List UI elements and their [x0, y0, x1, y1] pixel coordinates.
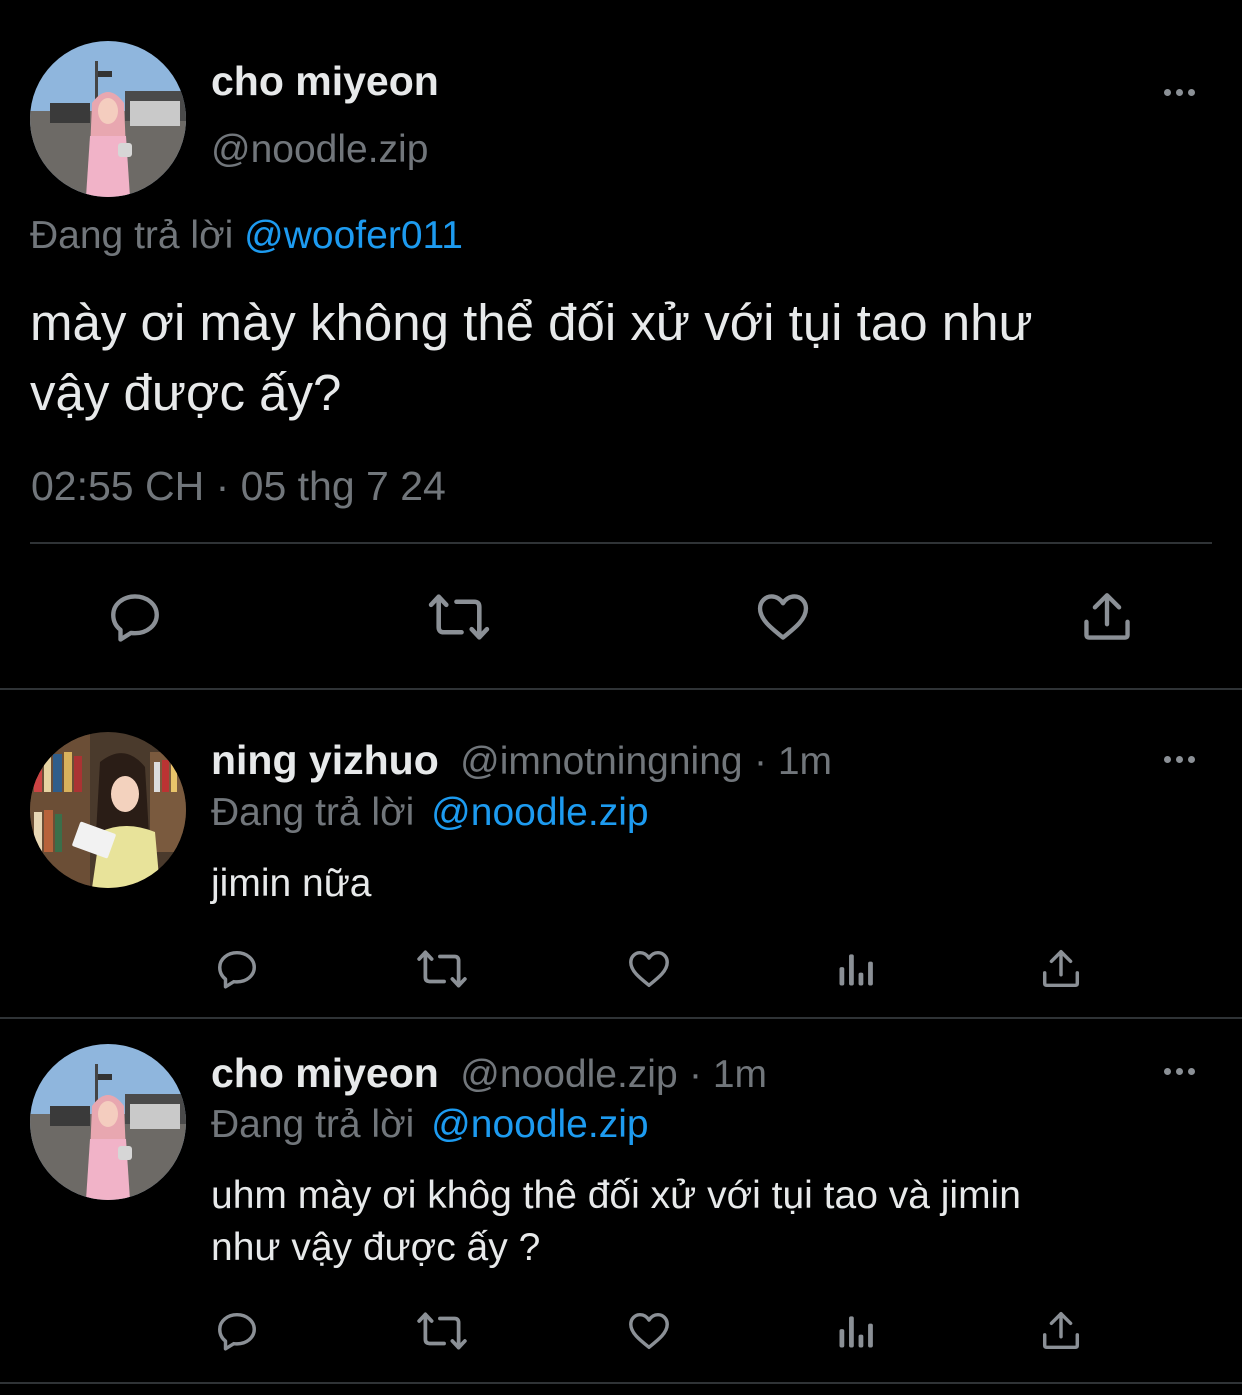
main-tweet-handle[interactable]: @noodle.zip — [211, 127, 428, 173]
retweet-button[interactable] — [424, 582, 494, 652]
reply-display-name[interactable]: ning yizhuo — [211, 737, 439, 783]
like-icon — [629, 1312, 669, 1350]
reply-handle[interactable]: @noodle.zip — [460, 1053, 677, 1096]
main-tweet-replying-to: Đang trả lời @woofer011 — [30, 213, 463, 259]
reply-avatar[interactable] — [30, 1044, 186, 1200]
reply-button[interactable] — [210, 942, 264, 996]
more-icon-dot — [1163, 88, 1171, 96]
reply-text: uhm mày ơi khôg thê đối xử với tụi tao v… — [211, 1170, 1021, 1274]
reply-replying-to: Đang trả lời @noodle.zip — [211, 1102, 649, 1148]
retweet-icon — [417, 950, 467, 988]
main-tweet-avatar[interactable] — [30, 41, 186, 197]
views-icon — [839, 1316, 873, 1348]
more-icon-dot — [1175, 88, 1183, 96]
main-tweet-text: mày ơi mày không thể đối xử với tụi tao … — [30, 288, 1033, 428]
more-icon-dot — [1187, 1067, 1195, 1075]
section-divider — [0, 688, 1242, 690]
more-icon-dot — [1163, 755, 1171, 763]
share-button[interactable] — [1034, 1304, 1088, 1358]
reply-display-name[interactable]: cho miyeon — [211, 1050, 439, 1096]
more-icon-dot — [1163, 1067, 1171, 1075]
reply-button[interactable] — [210, 1304, 264, 1358]
reply-time[interactable]: · 1m — [689, 1053, 767, 1096]
section-divider — [0, 1017, 1242, 1019]
views-button[interactable] — [829, 942, 883, 996]
replying-prefix: Đang trả lời — [30, 214, 234, 257]
reply-more-button[interactable] — [1159, 747, 1199, 771]
reply-text-line: uhm mày ơi khôg thê đối xử với tụi tao v… — [211, 1174, 1021, 1217]
reply-text-line: như vậy được ấy ? — [211, 1226, 541, 1269]
like-button[interactable] — [748, 582, 818, 652]
reply-more-button[interactable] — [1159, 1059, 1199, 1083]
main-tweet-more-button[interactable] — [1159, 80, 1199, 104]
section-divider — [0, 1382, 1242, 1384]
reply-button[interactable] — [100, 582, 170, 652]
views-button[interactable] — [829, 1304, 883, 1358]
reply-time[interactable]: · 1m — [754, 740, 832, 783]
replying-prefix: Đang trả lời — [211, 1103, 415, 1146]
more-icon-dot — [1187, 88, 1195, 96]
more-icon-dot — [1187, 755, 1195, 763]
main-tweet-divider — [30, 542, 1212, 544]
like-icon — [757, 594, 809, 640]
share-button[interactable] — [1034, 942, 1088, 996]
retweet-button[interactable] — [413, 1304, 471, 1358]
main-tweet-text-line: mày ơi mày không thể đối xử với tụi tao … — [30, 294, 1033, 351]
retweet-button[interactable] — [413, 942, 471, 996]
reply-replying-to: Đang trả lời @noodle.zip — [211, 790, 649, 836]
main-tweet-text-line: vậy được ấy? — [30, 364, 342, 421]
reply-text: jimin nữa — [211, 858, 372, 910]
like-button[interactable] — [622, 1304, 676, 1358]
main-tweet-display-name[interactable]: cho miyeon — [211, 58, 439, 104]
reply-header: cho miyeon @noodle.zip · 1m — [211, 1050, 767, 1098]
retweet-icon — [428, 594, 490, 640]
main-tweet-timestamp[interactable]: 02:55 CH · 05 thg 7 24 — [31, 462, 446, 510]
replying-prefix: Đang trả lời — [211, 791, 415, 834]
retweet-icon — [417, 1312, 467, 1350]
reply-icon — [218, 950, 256, 989]
share-button[interactable] — [1072, 582, 1142, 652]
like-icon — [629, 950, 669, 988]
reply-text-line: jimin nữa — [211, 862, 372, 905]
share-icon — [1042, 950, 1080, 988]
replying-to-link[interactable]: @noodle.zip — [431, 1103, 648, 1146]
reply-handle[interactable]: @imnotningning — [460, 740, 742, 783]
more-icon-dot — [1175, 755, 1183, 763]
more-icon-dot — [1175, 1067, 1183, 1075]
share-icon — [1042, 1312, 1080, 1350]
reply-header: ning yizhuo @imnotningning · 1m — [211, 737, 832, 785]
like-button[interactable] — [622, 942, 676, 996]
views-icon — [839, 954, 873, 986]
replying-to-link[interactable]: @woofer011 — [244, 214, 463, 257]
share-icon — [1084, 593, 1130, 640]
reply-icon — [218, 1312, 256, 1351]
replying-to-link[interactable]: @noodle.zip — [431, 791, 648, 834]
reply-avatar[interactable] — [30, 732, 186, 888]
reply-icon — [111, 594, 159, 642]
